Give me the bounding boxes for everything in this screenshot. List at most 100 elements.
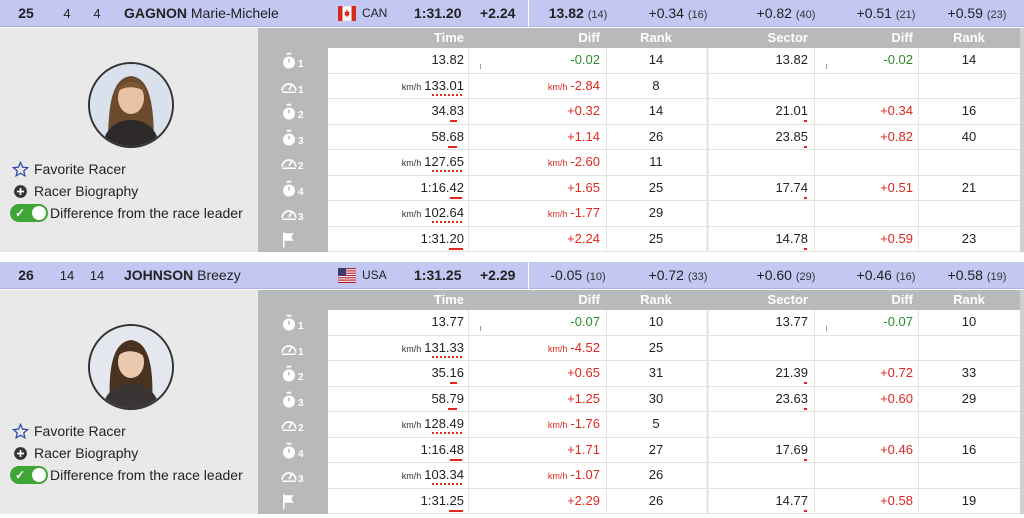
- sector-cell: 17.74: [775, 179, 808, 195]
- difference-toggle[interactable]: ✓ Difference from the race leader: [10, 202, 243, 224]
- split-value: 13.82: [548, 5, 584, 21]
- sector-rank-cell: 29: [961, 390, 977, 406]
- speed-indicator: [432, 483, 462, 485]
- time-indicator-bar: [450, 196, 462, 199]
- col-header-time[interactable]: Time: [378, 290, 464, 310]
- racer-rank: 25: [18, 5, 34, 21]
- scrollbar-track[interactable]: [1020, 290, 1024, 514]
- sector-cell: 14.77: [775, 492, 808, 508]
- sector-indicator-bar: [804, 382, 807, 384]
- sector-cell: 23.63: [775, 390, 808, 406]
- speed-unit: km/h: [401, 209, 422, 219]
- diff-cell: km/h -1.76: [508, 412, 600, 436]
- col-header-sector-diff[interactable]: Diff: [828, 290, 913, 310]
- sector-rank-cell: 16: [961, 103, 977, 118]
- speed-value: 133.01: [424, 77, 464, 93]
- rank-cell: 30: [648, 390, 664, 406]
- table-row: 1 km/h 133.01 km/h -2.84 8: [258, 74, 1020, 100]
- speed-indicator: [432, 93, 462, 96]
- split-value: +0.58: [947, 267, 983, 283]
- racer-biography-label: Racer Biography: [34, 183, 139, 199]
- racer-start-order: 4: [93, 6, 101, 21]
- sector-diff-cell: +0.60: [880, 390, 913, 406]
- table-row: 2 34.83 +0.32 14 21.01 +0.34 16: [258, 99, 1020, 125]
- sector-indicator-bar: [804, 458, 807, 461]
- diff-value: +1.14: [567, 128, 600, 144]
- racer-total-time: 1:31.25: [414, 267, 462, 283]
- racer-biography-button[interactable]: Racer Biography: [10, 180, 243, 202]
- toggle-switch[interactable]: ✓: [10, 204, 48, 222]
- difference-toggle-label: Difference from the race leader: [50, 205, 243, 221]
- col-header-time[interactable]: Time: [378, 28, 464, 48]
- time-indicator-bar: [449, 509, 463, 512]
- rank-cell: 29: [648, 205, 664, 220]
- favorite-racer-button[interactable]: Favorite Racer: [10, 420, 243, 442]
- diff-value: +1.65: [567, 179, 600, 195]
- racer-nation: CAN: [362, 6, 388, 20]
- racer-bib: 14: [59, 268, 75, 283]
- toggle-switch[interactable]: ✓: [10, 466, 48, 484]
- split-summary: +0.34 (16): [628, 0, 728, 29]
- split-summary: 13.82 (14): [528, 0, 628, 29]
- flag-usa-icon: [338, 268, 356, 283]
- col-header-diff[interactable]: Diff: [518, 28, 600, 48]
- diff-value: +0.32: [567, 103, 600, 118]
- diff-cell: km/h -1.77: [508, 201, 600, 225]
- table-row: 3 58.79 +1.25 30 23.63 +0.60 29: [258, 387, 1020, 413]
- splits-table: Time Diff Rank Sector Diff Rank 1 13.77 -0.07 10 1…: [258, 290, 1020, 514]
- split-value: -0.05: [550, 267, 583, 283]
- icon-subscript: 4: [298, 186, 304, 198]
- racer-start-order: 14: [89, 268, 105, 283]
- col-header-sector-rank[interactable]: Rank: [948, 28, 990, 48]
- time-indicator-bar: [450, 458, 462, 461]
- icon-subscript: 2: [298, 110, 304, 121]
- split-summary: +0.46 (16): [836, 262, 936, 291]
- speed-unit: km/h: [547, 209, 568, 219]
- col-header-sector[interactable]: Sector: [708, 290, 808, 310]
- diff-value: +2.24: [567, 230, 600, 246]
- racer-biography-label: Racer Biography: [34, 445, 139, 461]
- scrollbar-track[interactable]: [1020, 28, 1024, 252]
- racer-profile-panel: Favorite Racer Racer Biography ✓ Differe…: [0, 290, 258, 514]
- time-cell: 34.83: [431, 103, 464, 118]
- rank-cell: 26: [648, 492, 664, 508]
- diff-value: -0.07: [570, 314, 600, 329]
- col-header-diff[interactable]: Diff: [518, 290, 600, 310]
- speed-indicator: [432, 170, 462, 172]
- time-cell: 1:16.42: [420, 179, 464, 195]
- sector-cell: 13.82: [775, 52, 808, 67]
- star-icon: [11, 160, 30, 178]
- racer-rank: 26: [18, 267, 34, 283]
- table-row: 4 1:16.42 +1.65 25 17.74 +0.51 21: [258, 176, 1020, 202]
- speedometer-icon: 2: [280, 415, 306, 435]
- difference-toggle[interactable]: ✓ Difference from the race leader: [10, 464, 243, 486]
- sector-indicator-bar: [804, 196, 807, 199]
- racer-total-time: 1:31.20: [414, 5, 462, 21]
- stopwatch-icon: 1: [280, 313, 306, 333]
- rank-cell: 25: [648, 179, 664, 195]
- table-row: 1 km/h 131.33 km/h -4.52 25: [258, 336, 1020, 362]
- stopwatch-icon: 3: [280, 390, 306, 410]
- stopwatch-icon: 2: [280, 102, 306, 122]
- time-indicator-bar: [449, 247, 463, 250]
- col-header-sector-rank[interactable]: Rank: [948, 290, 990, 310]
- racer-biography-button[interactable]: Racer Biography: [10, 442, 243, 464]
- diff-value: +0.65: [567, 365, 600, 380]
- col-header-sector-diff[interactable]: Diff: [828, 28, 913, 48]
- col-header-rank[interactable]: Rank: [606, 28, 706, 48]
- rank-cell: 26: [648, 128, 664, 144]
- racer-header-row[interactable]: 25 4 4 GAGNON Marie-Michele CAN 1:31.20 …: [0, 0, 1024, 27]
- diff-value: +1.71: [567, 441, 600, 457]
- check-icon: ✓: [15, 206, 26, 220]
- sector-rank-cell: 16: [961, 441, 977, 457]
- rank-cell: 31: [648, 365, 664, 380]
- sector-cell: 17.69: [775, 441, 808, 457]
- col-header-sector[interactable]: Sector: [708, 28, 808, 48]
- diff-cell: +2.24: [508, 227, 600, 251]
- col-header-rank[interactable]: Rank: [606, 290, 706, 310]
- favorite-racer-button[interactable]: Favorite Racer: [10, 158, 243, 180]
- racer-first-name: Breezy: [197, 267, 241, 283]
- sector-diff-cell: -0.07: [883, 314, 913, 329]
- icon-subscript: 2: [298, 161, 304, 172]
- racer-header-row[interactable]: 26 14 14 JOHNSON Breezy USA 1:31.25 +2.2…: [0, 262, 1024, 289]
